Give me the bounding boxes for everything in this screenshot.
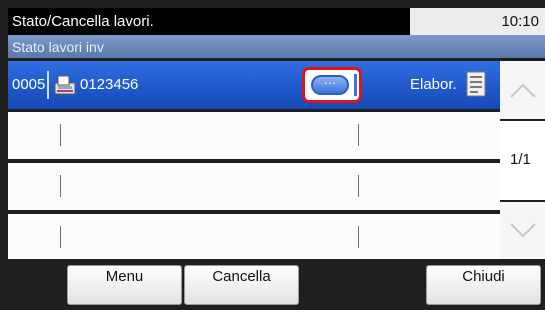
- scroll-up-button[interactable]: [500, 61, 545, 119]
- job-status: Elabor.: [410, 76, 457, 93]
- row-divider: [358, 124, 359, 146]
- row-divider: [358, 226, 359, 248]
- title-bar: Stato/Cancella lavori. 10:10: [8, 8, 545, 35]
- bottom-bar: Menu Cancella Chiudi: [0, 259, 545, 310]
- menu-button[interactable]: Menu: [67, 265, 182, 305]
- close-button[interactable]: Chiudi: [426, 265, 541, 305]
- details-button-highlight: ···: [302, 67, 362, 103]
- fax-icon: [54, 75, 76, 95]
- cancel-job-button[interactable]: Cancella: [184, 265, 299, 305]
- page-title: Stato/Cancella lavori.: [12, 13, 154, 30]
- row-divider: [60, 175, 61, 197]
- job-list: 0005 0123456 ··· Elabor.: [8, 61, 500, 259]
- details-button[interactable]: ···: [311, 75, 349, 95]
- job-document-icon: [466, 71, 486, 97]
- page-indicator: 1/1: [500, 121, 545, 200]
- job-status-screen: Stato/Cancella lavori. 10:10 Stato lavor…: [0, 0, 545, 310]
- details-icon: ···: [323, 75, 337, 90]
- job-number: 0005: [12, 76, 46, 93]
- subtitle: Stato lavori inv: [12, 39, 104, 55]
- job-row[interactable]: [8, 112, 500, 159]
- row-divider: [47, 71, 49, 99]
- row-divider: [60, 124, 61, 146]
- page-number: 1/1: [510, 151, 531, 168]
- row-divider: [358, 175, 359, 197]
- scroll-down-button[interactable]: [500, 202, 545, 259]
- clock-area: 10:10: [410, 8, 545, 35]
- chevron-down-icon: [510, 223, 536, 238]
- row-divider: [60, 226, 61, 248]
- subtitle-bar: Stato lavori inv: [8, 35, 545, 58]
- job-row[interactable]: 0005 0123456 ··· Elabor.: [8, 61, 500, 109]
- chevron-up-icon: [510, 83, 536, 98]
- job-row[interactable]: [8, 214, 500, 259]
- clock: 10:10: [501, 13, 539, 30]
- job-row[interactable]: [8, 163, 500, 210]
- details-divider: [354, 74, 357, 96]
- job-destination: 0123456: [80, 76, 139, 93]
